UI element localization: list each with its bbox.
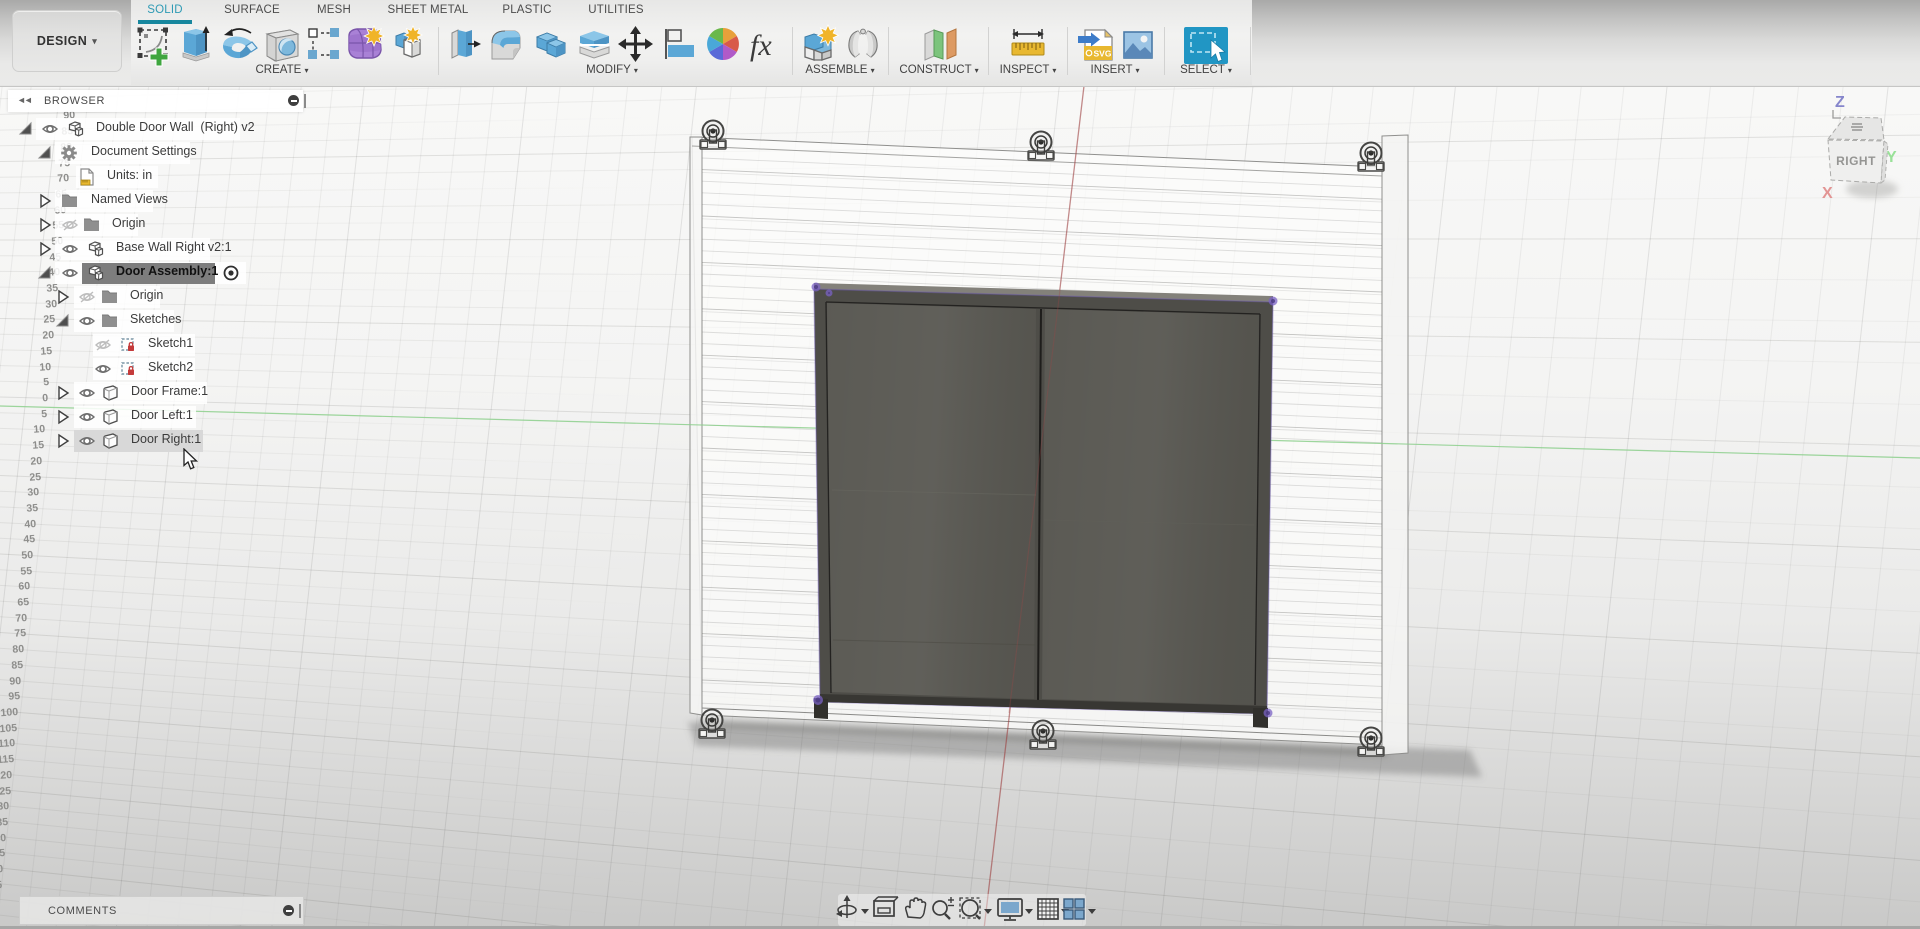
svg-text:120: 120 — [0, 769, 13, 782]
svg-text:55: 55 — [20, 565, 33, 578]
svg-text:45: 45 — [23, 533, 36, 546]
svg-text:SVG: SVG — [1094, 49, 1112, 59]
svg-text:Y: Y — [1886, 149, 1897, 166]
svg-text:50: 50 — [21, 549, 34, 562]
svg-text:115: 115 — [0, 753, 15, 766]
svg-text:80: 80 — [12, 643, 25, 656]
svg-text:75: 75 — [14, 627, 27, 640]
svg-text:105: 105 — [0, 722, 18, 735]
svg-text:150: 150 — [0, 863, 4, 876]
svg-text:60: 60 — [18, 580, 31, 593]
svg-text:85: 85 — [11, 659, 24, 672]
svg-text:95: 95 — [8, 690, 21, 703]
svg-text:140: 140 — [0, 832, 7, 845]
svg-text:fx: fx — [750, 29, 772, 62]
svg-text:90: 90 — [9, 675, 22, 688]
svg-text:130: 130 — [0, 800, 10, 813]
svg-text:145: 145 — [0, 847, 6, 860]
svg-text:65: 65 — [17, 596, 30, 609]
svg-text:70: 70 — [15, 612, 28, 625]
svg-text:100: 100 — [0, 706, 18, 719]
svg-text:30: 30 — [27, 486, 40, 499]
svg-text:125: 125 — [0, 785, 12, 798]
svg-text:110: 110 — [0, 737, 16, 750]
svg-text:35: 35 — [26, 502, 39, 515]
svg-text:X: X — [1822, 185, 1833, 202]
svg-text:RIGHT: RIGHT — [1836, 154, 1876, 168]
svg-text:Z: Z — [1835, 94, 1845, 111]
svg-text:135: 135 — [0, 816, 9, 829]
svg-text:40: 40 — [24, 518, 37, 531]
